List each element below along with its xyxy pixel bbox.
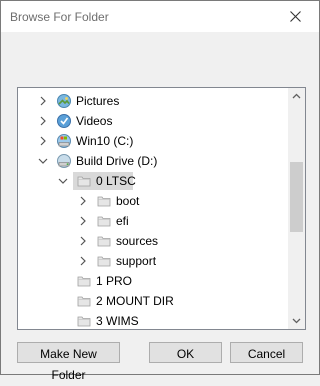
tree-item-videos[interactable]: Videos xyxy=(18,111,288,131)
chevron-down-icon[interactable] xyxy=(38,156,48,166)
folder-icon xyxy=(77,316,91,327)
chevron-down-icon xyxy=(292,318,301,324)
tree-item-pictures[interactable]: Pictures xyxy=(18,91,288,111)
chevron-right-icon[interactable] xyxy=(38,116,48,126)
folder-tree[interactable]: Pictures Videos Win10 (C:) Build Drive (… xyxy=(17,87,306,330)
chevron-right-icon[interactable] xyxy=(78,216,88,226)
pictures-icon xyxy=(57,94,71,108)
tree-item-label: boot xyxy=(116,194,140,208)
drive-icon xyxy=(57,154,71,168)
vertical-scrollbar[interactable] xyxy=(288,88,305,329)
tree-item-efi[interactable]: efi xyxy=(18,211,288,231)
chevron-up-icon xyxy=(292,93,301,99)
tree-item-label: Pictures xyxy=(76,94,120,108)
tree-item-label: support xyxy=(116,254,157,268)
chevron-right-icon[interactable] xyxy=(38,136,48,146)
close-button[interactable] xyxy=(273,1,319,32)
tree-item-label: 2 MOUNT DIR xyxy=(96,294,174,308)
tree-item-label: 3 WIMS xyxy=(96,314,139,328)
folder-icon xyxy=(97,236,111,247)
ok-button[interactable]: OK xyxy=(149,342,222,363)
tree-item-label: Win10 (C:) xyxy=(76,134,134,148)
tree-item-3-wims[interactable]: 3 WIMS xyxy=(18,311,288,329)
browse-folder-dialog: Browse For Folder Pictures Videos Win10 … xyxy=(0,0,320,382)
folder-icon xyxy=(77,176,91,187)
tree-item-win10-c[interactable]: Win10 (C:) xyxy=(18,131,288,151)
chevron-down-icon[interactable] xyxy=(58,176,68,186)
scroll-thumb[interactable] xyxy=(290,162,303,232)
tree-item-build-drive-d[interactable]: Build Drive (D:) xyxy=(18,151,288,171)
tree-item-label: efi xyxy=(116,214,129,228)
tree-item-2-mount-dir[interactable]: 2 MOUNT DIR xyxy=(18,291,288,311)
dialog-title: Browse For Folder xyxy=(10,10,109,24)
title-bar[interactable]: Browse For Folder xyxy=(1,1,319,32)
folder-icon xyxy=(97,216,111,227)
make-new-folder-button[interactable]: Make New Folder xyxy=(17,342,120,382)
tree-item-boot[interactable]: boot xyxy=(18,191,288,211)
tree-item-1-pro[interactable]: 1 PRO xyxy=(18,271,288,291)
folder-icon xyxy=(77,296,91,307)
tree-item-support[interactable]: support xyxy=(18,251,288,271)
folder-icon xyxy=(97,256,111,267)
folder-icon xyxy=(77,276,91,287)
drive-icon xyxy=(57,134,71,148)
chevron-right-icon[interactable] xyxy=(78,236,88,246)
chevron-right-icon[interactable] xyxy=(38,96,48,106)
tree-item-label: Build Drive (D:) xyxy=(76,154,158,168)
tree-item-label: 0 LTSC xyxy=(96,174,136,188)
tree-item-sources[interactable]: sources xyxy=(18,231,288,251)
close-icon xyxy=(290,11,301,22)
tree-item-label: Videos xyxy=(76,114,113,128)
folder-icon xyxy=(97,196,111,207)
chevron-right-icon[interactable] xyxy=(78,196,88,206)
tree-item-label: 1 PRO xyxy=(96,274,133,288)
scroll-down-button[interactable] xyxy=(288,312,305,329)
tree-item-label: sources xyxy=(116,234,159,248)
scroll-up-button[interactable] xyxy=(288,88,305,105)
chevron-right-icon[interactable] xyxy=(78,256,88,266)
videos-icon xyxy=(57,114,71,128)
tree-item-0-ltsc[interactable]: 0 LTSC xyxy=(18,171,288,191)
cancel-button[interactable]: Cancel xyxy=(230,342,303,363)
